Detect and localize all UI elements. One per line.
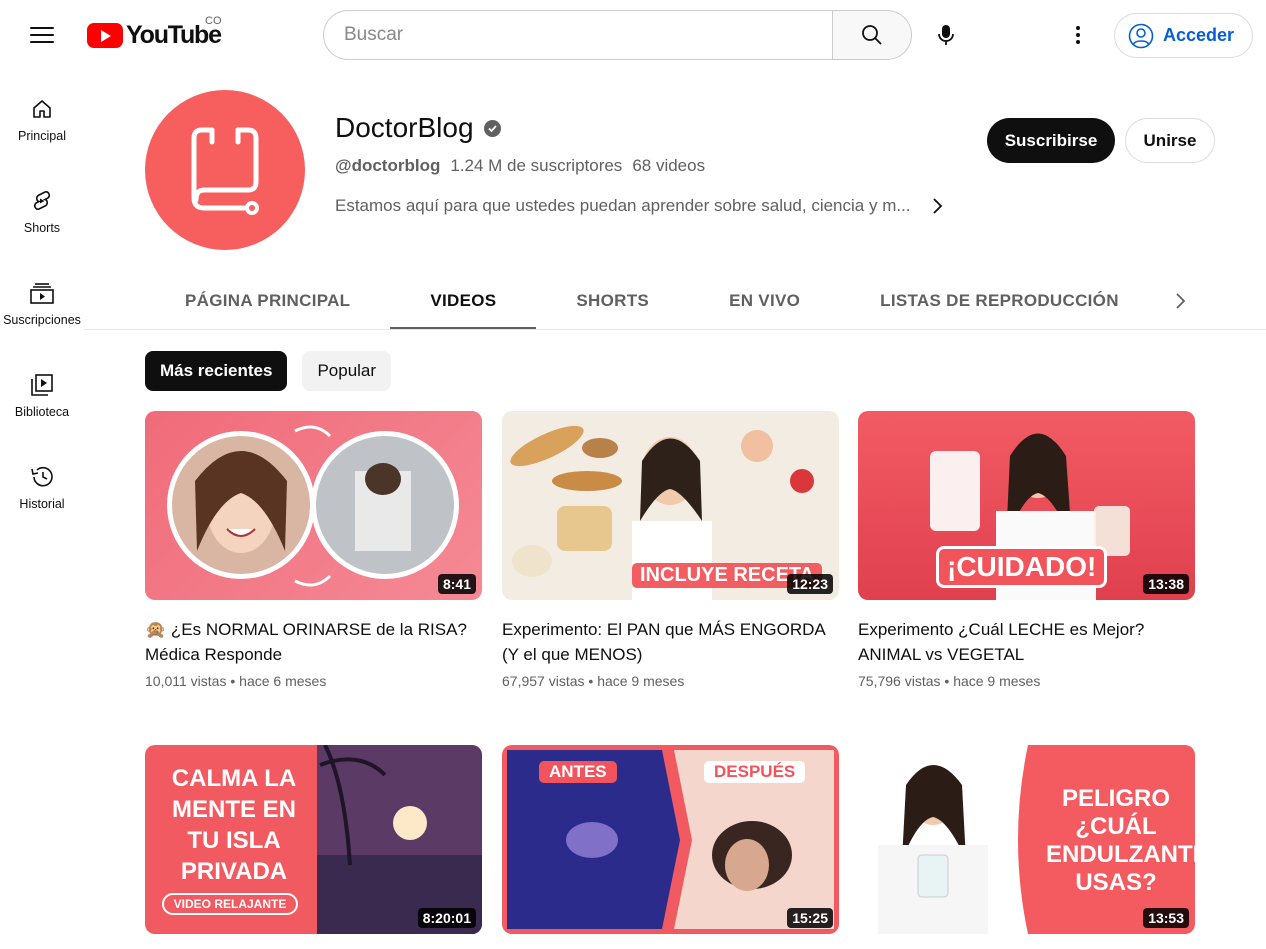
- sort-chips: Más recientes Popular: [145, 351, 392, 391]
- thumbnail-caption: CALMA LA MENTE EN TU ISLA PRIVADA: [171, 765, 297, 885]
- chip-latest[interactable]: Más recientes: [145, 351, 288, 391]
- shorts-icon: [33, 191, 51, 210]
- microphone-icon: [938, 25, 954, 45]
- video-duration: 15:25: [787, 908, 833, 928]
- sidebar-item-home[interactable]: Principal: [0, 85, 84, 177]
- video-title[interactable]: Experimento: El PAN que MÁS ENGORDA (Y e…: [502, 617, 839, 667]
- sidebar-item-subscriptions[interactable]: Suscripciones: [0, 269, 84, 361]
- chevron-right-icon: [932, 198, 942, 214]
- home-icon: [33, 100, 51, 118]
- channel-description-text: Estamos aquí para que ustedes puedan apr…: [335, 196, 911, 215]
- tab-shorts[interactable]: SHORTS: [536, 272, 689, 330]
- video-card[interactable]: PELIGRO ¿CUÁL ENDULZANTE USAS? 13:53: [858, 745, 1195, 934]
- sidebar-item-label: Historial: [19, 497, 65, 511]
- sidebar-item-library[interactable]: Biblioteca: [0, 361, 84, 453]
- view-count: 10,011 vistas: [145, 673, 227, 689]
- channel-description[interactable]: Estamos aquí para que ustedes puedan apr…: [335, 196, 943, 216]
- video-thumbnail[interactable]: ANTES DESPUÉS 15:25: [502, 745, 839, 934]
- video-card[interactable]: 8:41 🙊 ¿Es NORMAL ORINARSE de la RISA? M…: [145, 411, 482, 689]
- video-card[interactable]: CALMA LA MENTE EN TU ISLA PRIVADA VIDEO …: [145, 745, 482, 934]
- video-count: 68 videos: [632, 156, 706, 175]
- upload-age: hace 9 meses: [953, 673, 1041, 689]
- video-duration: 12:23: [787, 574, 833, 594]
- subscribe-button[interactable]: Suscribirse: [987, 118, 1115, 163]
- library-icon: [31, 374, 53, 396]
- stethoscope-book-logo: [191, 127, 259, 215]
- video-title[interactable]: Experimento ¿Cuál LECHE es Mejor? ANIMAL…: [858, 617, 1195, 667]
- thumbnail-subcaption: DESPUÉS: [704, 761, 806, 783]
- tab-playlists[interactable]: LISTAS DE REPRODUCCIÓN: [840, 272, 1159, 330]
- sidebar-item-history[interactable]: Historial: [0, 453, 84, 545]
- signin-button[interactable]: Acceder: [1114, 13, 1253, 58]
- thumbnail-subcaption: VIDEO RELAJANTE: [162, 893, 298, 915]
- video-duration: 13:38: [1143, 574, 1189, 594]
- video-thumbnail[interactable]: CALMA LA MENTE EN TU ISLA PRIVADA VIDEO …: [145, 745, 482, 934]
- search-input[interactable]: [323, 10, 832, 60]
- video-card[interactable]: ¡CUIDADO! 13:38 Experimento ¿Cuál LECHE …: [858, 411, 1195, 689]
- video-thumbnail[interactable]: 8:41: [145, 411, 482, 600]
- channel-meta: @doctorblog 1.24 M de suscriptores 68 vi…: [335, 156, 705, 176]
- video-meta: 67,957 vistas • hace 9 meses: [502, 673, 685, 689]
- channel-name: DoctorBlog: [335, 112, 474, 143]
- sidebar-item-label: Suscripciones: [3, 313, 81, 327]
- thumbnail-caption: ¡CUIDADO!: [936, 546, 1108, 588]
- subscriber-count: 1.24 M de suscriptores: [450, 156, 623, 175]
- sidebar-item-label: Biblioteca: [14, 405, 70, 419]
- tabs-scroll-right-button[interactable]: [1162, 283, 1198, 319]
- sidebar-item-label: Shorts: [23, 221, 61, 235]
- search-icon: [862, 25, 882, 45]
- more-options-icon[interactable]: [1058, 15, 1098, 55]
- view-count: 67,957 vistas: [502, 673, 585, 689]
- video-thumbnail[interactable]: INCLUYE RECETA 12:23: [502, 411, 839, 600]
- tab-live[interactable]: EN VIVO: [689, 272, 840, 330]
- video-duration: 8:20:01: [417, 908, 476, 928]
- thumbnail-caption: PELIGRO ¿CUÁL ENDULZANTE USAS?: [1046, 785, 1195, 896]
- history-icon: [31, 466, 53, 487]
- search-bar: [323, 10, 912, 60]
- top-bar: YouTube CO Acceder: [0, 0, 1266, 70]
- video-thumbnail[interactable]: PELIGRO ¿CUÁL ENDULZANTE USAS? 13:53: [858, 745, 1195, 934]
- video-card[interactable]: INCLUYE RECETA 12:23 Experimento: El PAN…: [502, 411, 839, 689]
- channel-avatar[interactable]: [145, 90, 305, 250]
- thumbnail-caption: ANTES: [539, 761, 617, 783]
- video-meta: 75,796 vistas • hace 9 meses: [858, 673, 1041, 689]
- video-title[interactable]: 🙊 ¿Es NORMAL ORINARSE de la RISA? Médica…: [145, 617, 482, 667]
- youtube-play-icon: [87, 22, 123, 48]
- video-card[interactable]: ANTES DESPUÉS 15:25: [502, 745, 839, 934]
- channel-tabs: PÁGINA PRINCIPAL VIDEOS SHORTS EN VIVO L…: [145, 272, 1159, 330]
- search-button[interactable]: [832, 10, 912, 60]
- channel-handle: @doctorblog: [335, 156, 441, 175]
- account-icon: [1128, 23, 1154, 48]
- channel-name-row: DoctorBlog: [335, 112, 501, 144]
- country-code: CO: [205, 15, 222, 27]
- video-thumbnail[interactable]: ¡CUIDADO! 13:38: [858, 411, 1195, 600]
- chevron-right-icon: [1176, 293, 1186, 309]
- upload-age: hace 6 meses: [239, 673, 327, 689]
- video-meta: 10,011 vistas • hace 6 meses: [145, 673, 327, 689]
- video-duration: 8:41: [437, 574, 476, 594]
- sidebar: Principal Shorts Suscripciones Bibliotec…: [0, 85, 84, 545]
- sidebar-item-label: Principal: [18, 129, 66, 143]
- upload-age: hace 9 meses: [597, 673, 685, 689]
- subscriptions-icon: [30, 283, 54, 304]
- sidebar-item-shorts[interactable]: Shorts: [0, 177, 84, 269]
- join-button[interactable]: Unirse: [1125, 118, 1215, 163]
- tab-home[interactable]: PÁGINA PRINCIPAL: [145, 272, 390, 330]
- view-count: 75,796 vistas: [858, 673, 941, 689]
- hamburger-menu-icon[interactable]: [22, 15, 62, 55]
- signin-label: Acceder: [1163, 25, 1235, 45]
- verified-badge-icon: [483, 119, 501, 137]
- video-duration: 13:53: [1143, 908, 1189, 928]
- tab-videos[interactable]: VIDEOS: [390, 272, 537, 330]
- thumbnail-artwork: [167, 425, 459, 587]
- chip-popular[interactable]: Popular: [302, 351, 392, 391]
- youtube-logo[interactable]: YouTube: [87, 20, 222, 50]
- tabs-divider: [84, 329, 1266, 330]
- voice-search-button[interactable]: [925, 14, 967, 56]
